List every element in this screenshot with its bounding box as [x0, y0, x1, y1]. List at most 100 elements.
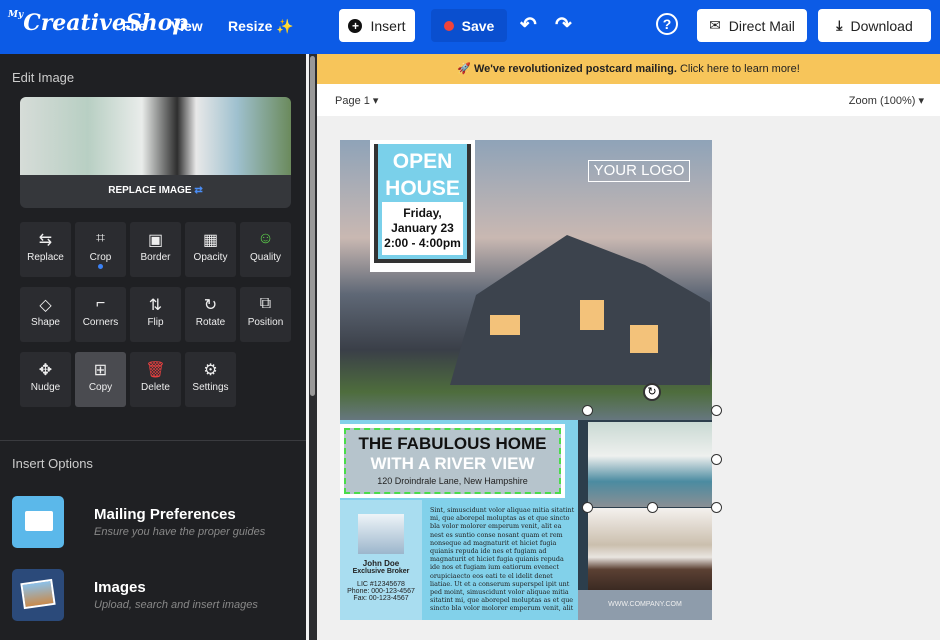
- tool-label: Position: [247, 317, 284, 328]
- tool-label: Shape: [31, 317, 60, 328]
- insert-label: Insert: [370, 17, 406, 34]
- option-title: Mailing Preferences: [94, 506, 236, 523]
- tool-nudge-button[interactable]: ✥ Nudge: [20, 352, 71, 407]
- agent-block[interactable]: John Doe Exclusive Broker LIC #12345678 …: [340, 500, 422, 620]
- page-label: Page 1: [335, 95, 370, 107]
- address-text: 120 Droindrale Lane, New Hampshire: [377, 476, 528, 486]
- resize-handle[interactable]: [711, 454, 722, 465]
- rocket-icon: 🚀: [457, 63, 471, 75]
- images-option[interactable]: Images Upload, search and insert images: [12, 569, 302, 621]
- day-text: Friday,: [403, 206, 442, 220]
- redo-icon[interactable]: ↷: [555, 12, 572, 37]
- divider: [0, 440, 306, 441]
- date-text: January 23: [391, 221, 454, 235]
- tool-label: Settings: [192, 382, 229, 393]
- download-button[interactable]: ⤓ Download: [818, 9, 931, 42]
- tool-label: Opacity: [193, 252, 228, 263]
- agent-license: LIC #12345678: [357, 581, 405, 588]
- menu-resize[interactable]: Resize ✨: [228, 18, 294, 35]
- copy-icon: ⊞: [93, 362, 108, 379]
- tool-quality-button[interactable]: ☺ Quality: [240, 222, 291, 277]
- download-label: Download: [850, 17, 913, 34]
- page-bar: Page 1 ▾ Zoom (100%) ▾: [317, 84, 940, 116]
- tool-replace-button[interactable]: ⇆ Replace: [20, 222, 71, 277]
- logo[interactable]: MyCreativeShop: [8, 10, 188, 36]
- help-icon[interactable]: ?: [656, 13, 678, 35]
- option-title: Images: [94, 579, 146, 596]
- agent-name: John Doe: [362, 559, 400, 568]
- house-text: HOUSE: [385, 177, 460, 200]
- opacity-icon: ▦: [202, 232, 219, 249]
- resize-handle[interactable]: [711, 405, 722, 416]
- corners-icon: ⌐: [95, 295, 106, 312]
- postcard-canvas[interactable]: OPEN HOUSE Friday, January 23 2:00 - 4:00pm…: [340, 140, 712, 620]
- tool-opacity-button[interactable]: ▦ Opacity: [185, 222, 236, 277]
- kitchen-photo[interactable]: [588, 508, 712, 590]
- headline-box[interactable]: THE FABULOUS HOME WITH A RIVER VIEW 120 …: [340, 424, 565, 498]
- replace-image-label: REPLACE IMAGE: [108, 185, 192, 196]
- tool-label: Delete: [141, 382, 170, 393]
- tool-settings-button[interactable]: ⚙ Settings: [185, 352, 236, 407]
- website-text[interactable]: WWW.COMPANY.COM: [578, 590, 712, 620]
- logo-small: My: [8, 10, 24, 20]
- banner-bold: We've revolutionized postcard mailing.: [473, 63, 677, 75]
- quality-icon: ☺: [257, 230, 274, 247]
- undo-icon[interactable]: ↶: [520, 12, 537, 37]
- direct-mail-button[interactable]: ✉ Direct Mail: [697, 9, 807, 42]
- tool-position-button[interactable]: ⧉ Position: [240, 287, 291, 342]
- flip-icon: ⇅: [148, 297, 163, 314]
- open-house-box[interactable]: OPEN HOUSE Friday, January 23 2:00 - 4:00pm: [370, 140, 475, 272]
- resize-handle[interactable]: [582, 405, 593, 416]
- replace-image-card[interactable]: REPLACE IMAGE ⇄: [20, 97, 291, 208]
- image-thumbnail: [20, 97, 291, 175]
- open-text: OPEN: [392, 150, 453, 173]
- settings-icon: ⚙: [203, 362, 218, 379]
- tool-border-button[interactable]: ▣ Border: [130, 222, 181, 277]
- agent-photo: [358, 514, 404, 554]
- save-button[interactable]: Save: [431, 9, 507, 42]
- menu-file[interactable]: File: [122, 18, 146, 34]
- agent-title: Exclusive Broker: [352, 568, 410, 575]
- banner-text: Click here to learn more!: [676, 63, 800, 75]
- headline-1: THE FABULOUS HOME: [358, 434, 547, 453]
- menu-view[interactable]: View: [171, 18, 203, 34]
- tool-label: Crop: [89, 252, 112, 263]
- nudge-icon: ✥: [38, 362, 53, 379]
- tool-shape-button[interactable]: ◇ Shape: [20, 287, 71, 342]
- resize-label: Resize: [228, 18, 273, 34]
- tool-rotate-button[interactable]: ↻ Rotate: [185, 287, 236, 342]
- tool-corners-button[interactable]: ⌐ Corners: [75, 287, 126, 342]
- living-room-photo[interactable]: [588, 422, 712, 507]
- mail-card-icon: [12, 496, 64, 548]
- edit-image-heading: Edit Image: [12, 70, 75, 85]
- headline-2: WITH A RIVER VIEW: [370, 454, 535, 473]
- logo-placeholder[interactable]: YOUR LOGO: [588, 160, 690, 182]
- logo-text: CreativeShop: [23, 10, 188, 36]
- body-text[interactable]: Sint, simuscidunt volor aliquae mitia si…: [430, 506, 575, 613]
- mail-rocket-icon: ✉: [709, 17, 721, 33]
- tool-label: Nudge: [30, 382, 61, 393]
- resize-handle[interactable]: [647, 502, 658, 513]
- download-icon: ⤓: [836, 17, 843, 33]
- rotate-handle-icon[interactable]: ↻: [643, 383, 661, 401]
- tool-label: Border: [140, 252, 171, 263]
- tool-delete-button[interactable]: 🗑 Delete: [130, 352, 181, 407]
- tool-label: Rotate: [195, 317, 226, 328]
- time-text: 2:00 - 4:00pm: [384, 236, 461, 250]
- shape-icon: ◇: [39, 297, 52, 314]
- magic-wand-icon: ✨: [276, 18, 294, 34]
- insert-button[interactable]: + Insert: [339, 9, 415, 42]
- resize-handle[interactable]: [711, 502, 722, 513]
- option-subtitle: Upload, search and insert images: [94, 599, 258, 611]
- zoom-selector[interactable]: Zoom (100%) ▾: [849, 94, 924, 107]
- tool-label: Flip: [147, 317, 164, 328]
- sidebar-scrollbar[interactable]: [309, 54, 317, 640]
- tool-copy-button[interactable]: ⊞ Copy: [75, 352, 126, 407]
- tool-crop-button[interactable]: ⌗ Crop: [75, 222, 126, 277]
- page-selector[interactable]: Page 1 ▾: [335, 94, 378, 107]
- border-icon: ▣: [147, 232, 164, 249]
- mailing-preferences-option[interactable]: Mailing Preferences Ensure you have the …: [12, 496, 302, 548]
- promo-banner[interactable]: 🚀 We've revolutionized postcard mailing.…: [317, 54, 940, 84]
- tool-flip-button[interactable]: ⇅ Flip: [130, 287, 181, 342]
- resize-handle[interactable]: [582, 502, 593, 513]
